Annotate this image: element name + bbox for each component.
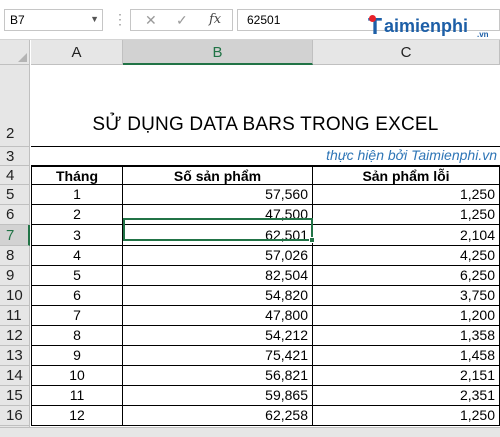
row-header[interactable]: 3 bbox=[0, 147, 30, 166]
select-all-icon bbox=[18, 53, 27, 62]
row-header[interactable]: 16 bbox=[0, 406, 30, 426]
sheet-title[interactable]: SỬ DỤNG DATA BARS TRONG EXCEL bbox=[31, 66, 500, 147]
drag-handle-icon[interactable]: ⋮ bbox=[113, 11, 128, 28]
cell-defects[interactable]: 1,358 bbox=[313, 326, 500, 346]
cell-products[interactable]: 75,421 bbox=[123, 346, 313, 366]
formula-value: 62501 bbox=[247, 13, 281, 27]
cell-defects[interactable]: 2,104 bbox=[313, 225, 500, 246]
row-header[interactable]: 10 bbox=[0, 286, 30, 306]
cell-month[interactable]: 4 bbox=[31, 246, 123, 266]
cell-defects[interactable]: 3,750 bbox=[313, 286, 500, 306]
header-month[interactable]: Tháng bbox=[31, 166, 123, 185]
cancel-icon[interactable]: ✕ bbox=[145, 12, 157, 29]
name-box-value: B7 bbox=[10, 13, 25, 27]
cell-products[interactable]: 62,258 bbox=[123, 406, 313, 426]
formula-bar: B7 ▼ ⋮ ✕ ✓ fx 62501 T aimienphi .vn bbox=[0, 0, 500, 40]
cell-products[interactable]: 59,865 bbox=[123, 386, 313, 406]
cell-defects[interactable]: 1,458 bbox=[313, 346, 500, 366]
header-products[interactable]: Số sản phẩm bbox=[123, 166, 313, 185]
row-header[interactable]: 14 bbox=[0, 366, 30, 386]
chevron-down-icon[interactable]: ▼ bbox=[90, 14, 99, 24]
taimienphi-logo: T aimienphi .vn bbox=[368, 13, 498, 39]
cell-month[interactable]: 6 bbox=[31, 286, 123, 306]
cell-products[interactable]: 57,560 bbox=[123, 185, 313, 205]
column-header-b[interactable]: B bbox=[123, 40, 313, 65]
logo-dot bbox=[369, 15, 376, 22]
cell-defects[interactable]: 4,250 bbox=[313, 246, 500, 266]
cell-defects[interactable]: 1,250 bbox=[313, 205, 500, 225]
row-header[interactable]: 5 bbox=[0, 185, 30, 205]
cell-defects[interactable]: 2,151 bbox=[313, 366, 500, 386]
cell-defects[interactable]: 6,250 bbox=[313, 266, 500, 286]
sheet-tab-bar bbox=[0, 427, 500, 437]
fill-handle[interactable] bbox=[309, 237, 315, 243]
name-box[interactable]: B7 ▼ bbox=[4, 9, 103, 31]
cell-month[interactable]: 2 bbox=[31, 205, 123, 225]
cell-products[interactable]: 47,800 bbox=[123, 306, 313, 326]
row-header[interactable]: 11 bbox=[0, 306, 30, 326]
insert-function-icon[interactable]: fx bbox=[209, 12, 221, 27]
cell-defects[interactable]: 2,351 bbox=[313, 386, 500, 406]
cell-month[interactable]: 9 bbox=[31, 346, 123, 366]
cell-products[interactable]: 57,026 bbox=[123, 246, 313, 266]
selected-cell[interactable] bbox=[123, 218, 313, 241]
cell-defects[interactable]: 1,250 bbox=[313, 406, 500, 426]
cell-month[interactable]: 7 bbox=[31, 306, 123, 326]
formula-buttons: ✕ ✓ fx bbox=[130, 9, 233, 31]
enter-icon[interactable]: ✓ bbox=[176, 12, 188, 29]
row-header[interactable]: 12 bbox=[0, 326, 30, 346]
cell-month[interactable]: 8 bbox=[31, 326, 123, 346]
cell-month[interactable]: 11 bbox=[31, 386, 123, 406]
cell-products[interactable]: 54,212 bbox=[123, 326, 313, 346]
cell-defects[interactable]: 1,200 bbox=[313, 306, 500, 326]
cell-products[interactable]: 54,820 bbox=[123, 286, 313, 306]
spreadsheet-grid: A B C 2 3 4 5 6 7 8 9 10 11 12 13 14 15 … bbox=[0, 40, 500, 437]
cell-products[interactable]: 56,821 bbox=[123, 366, 313, 386]
row-header[interactable]: 4 bbox=[0, 166, 30, 185]
cell-month[interactable]: 3 bbox=[31, 225, 123, 246]
row-header-selected[interactable]: 7 bbox=[0, 225, 30, 246]
credit-text[interactable]: thực hiện bởi Taimienphi.vn bbox=[31, 147, 500, 166]
logo-suffix: .vn bbox=[477, 30, 489, 39]
column-header-c[interactable]: C bbox=[313, 40, 500, 65]
cell-month[interactable]: 1 bbox=[31, 185, 123, 205]
logo-text: aimienphi bbox=[384, 16, 469, 36]
row-header[interactable]: 8 bbox=[0, 246, 30, 266]
header-defects[interactable]: Sản phẩm lỗi bbox=[313, 166, 500, 185]
select-all-corner[interactable] bbox=[0, 40, 30, 65]
row-header[interactable]: 15 bbox=[0, 386, 30, 406]
cell-products[interactable]: 82,504 bbox=[123, 266, 313, 286]
cell-month[interactable]: 12 bbox=[31, 406, 123, 426]
row-header[interactable]: 6 bbox=[0, 205, 30, 225]
column-header-a[interactable]: A bbox=[31, 40, 123, 65]
row-header[interactable]: 2 bbox=[0, 65, 30, 147]
cell-defects[interactable]: 1,250 bbox=[313, 185, 500, 205]
row-header[interactable]: 9 bbox=[0, 266, 30, 286]
cell-month[interactable]: 5 bbox=[31, 266, 123, 286]
row-header[interactable]: 13 bbox=[0, 346, 30, 366]
cell-month[interactable]: 10 bbox=[31, 366, 123, 386]
